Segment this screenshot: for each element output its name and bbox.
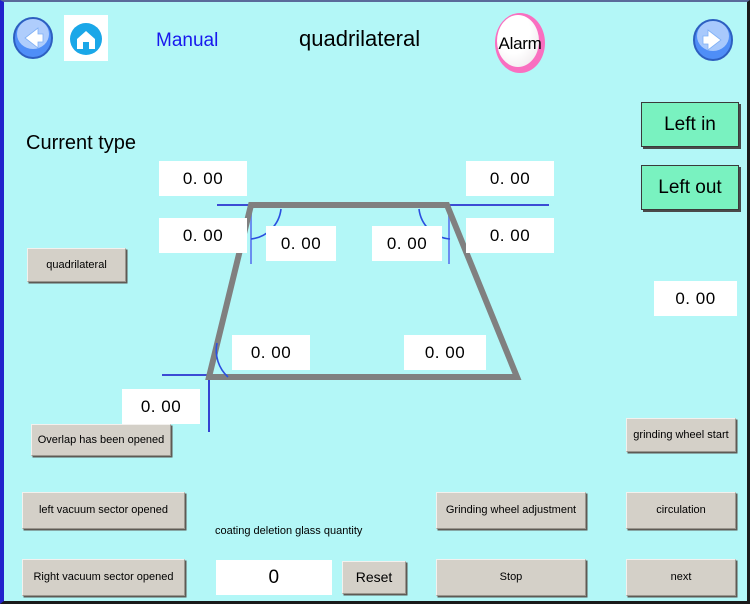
left-out-button[interactable]: Left out [641,165,739,210]
alarm-indicator[interactable]: Alarm [495,13,545,73]
grinding-wheel-adjustment-button[interactable]: Grinding wheel adjustment [436,492,586,529]
mode-label: Manual [156,30,219,51]
bottom-left-angle-field[interactable]: 0. 00 [232,335,310,370]
coating-quantity-field[interactable]: 0 [216,560,332,595]
left-vacuum-sector-button[interactable]: left vacuum sector opened [22,492,185,529]
forward-arrow-icon[interactable] [692,18,734,62]
top-left-angle-field[interactable]: 0. 00 [266,226,336,261]
page-title: quadrilateral [299,26,421,51]
top-left-length-field[interactable]: 0. 00 [159,161,247,196]
coating-quantity-label: coating deletion glass quantity [215,525,363,537]
current-type-label: Current type [26,132,137,154]
grinding-wheel-start-button[interactable]: grinding wheel start [626,418,736,452]
right-vacuum-sector-button[interactable]: Right vacuum sector opened [22,559,185,596]
back-arrow-icon[interactable] [12,16,54,60]
reset-button[interactable]: Reset [342,561,406,594]
right-side-value-field[interactable]: 0. 00 [654,281,737,316]
current-type-button[interactable]: quadrilateral [27,248,126,282]
circulation-button[interactable]: circulation [626,492,736,529]
top-right-angle-field[interactable]: 0. 00 [372,226,442,261]
home-icon[interactable] [64,15,108,61]
left-side-length-field[interactable]: 0. 00 [159,218,247,253]
overlap-status-button[interactable]: Overlap has been opened [31,424,171,456]
stop-button[interactable]: Stop [436,559,586,596]
alarm-label: Alarm [498,34,542,53]
bottom-right-angle-field[interactable]: 0. 00 [404,335,486,370]
left-in-button[interactable]: Left in [641,102,739,147]
top-right-length-field[interactable]: 0. 00 [466,161,554,196]
bottom-left-offset-field[interactable]: 0. 00 [122,389,200,424]
next-button[interactable]: next [626,559,736,596]
right-side-length-field[interactable]: 0. 00 [466,218,554,253]
application-window: Manual quadrilateral Alarm Current type … [0,0,750,604]
